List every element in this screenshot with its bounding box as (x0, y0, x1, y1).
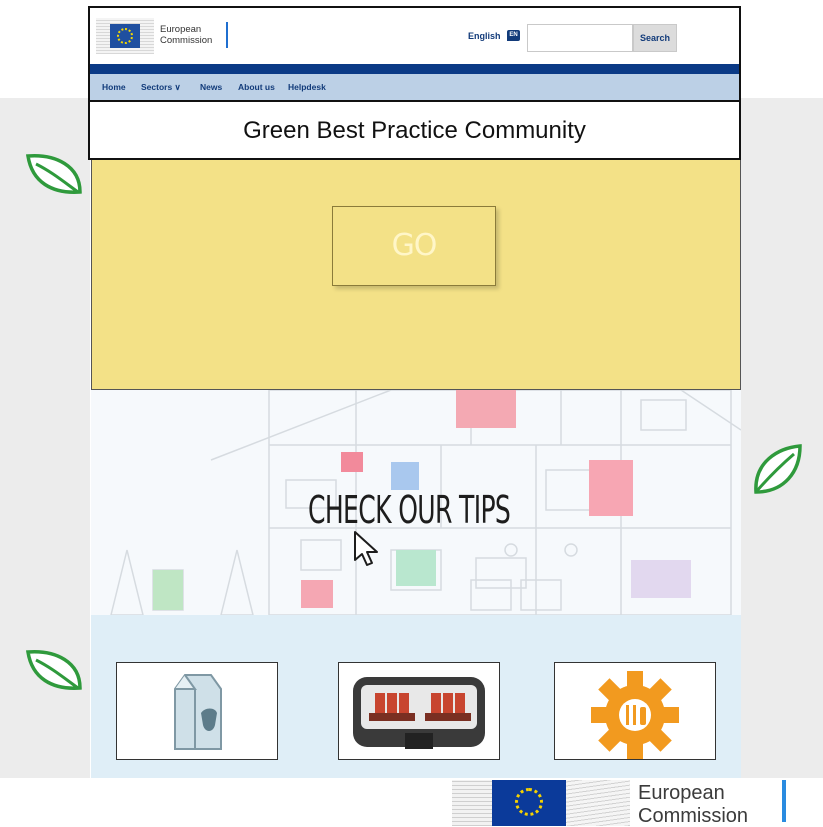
cursor-icon (354, 531, 378, 566)
language-badge-icon[interactable]: EN (507, 30, 520, 41)
nav-item-sectors[interactable]: Sectors ∨ (141, 82, 181, 93)
nav-item-about[interactable]: About us (238, 82, 275, 92)
tile-retail[interactable] (338, 662, 500, 760)
ec-logo[interactable]: European Commission (96, 18, 236, 54)
leaf-icon-top-left (25, 154, 82, 194)
fridge-display-icon (353, 677, 485, 749)
tile-food-service[interactable] (554, 662, 716, 760)
leaf-icon-right (754, 444, 802, 494)
milk-carton-icon (174, 674, 222, 750)
intro-slide: GO (91, 160, 741, 390)
leaf-icon-bottom-left (25, 650, 82, 690)
search-input[interactable] (527, 24, 633, 52)
tile-food[interactable] (116, 662, 278, 760)
page-title: Green Best Practice Community (88, 100, 741, 160)
language-selector[interactable]: English (468, 31, 501, 41)
site-header: European Commission English EN Search (88, 6, 741, 64)
logo-text-line2: Commission (160, 35, 213, 46)
nav-item-news[interactable]: News (200, 82, 222, 92)
eu-flag-icon (110, 24, 140, 48)
header-blue-bar (88, 64, 741, 74)
footer-logo-line1: European (638, 782, 725, 804)
eu-flag-icon-large (492, 780, 566, 826)
tips-heading: CHECK OUR TIPS (308, 488, 511, 532)
nav-item-home[interactable]: Home (102, 82, 126, 92)
logo-text-line1: European (160, 24, 202, 35)
main-nav: Home Sectors ∨ News About us Helpdesk (88, 74, 741, 100)
go-button[interactable]: GO (332, 206, 496, 286)
gear-icon (591, 671, 679, 759)
footer-logo-line2: Commission (638, 805, 749, 827)
search-button[interactable]: Search (633, 24, 677, 52)
footer-ec-logo: European Commission (452, 780, 812, 827)
nav-item-helpdesk[interactable]: Helpdesk (288, 82, 326, 92)
